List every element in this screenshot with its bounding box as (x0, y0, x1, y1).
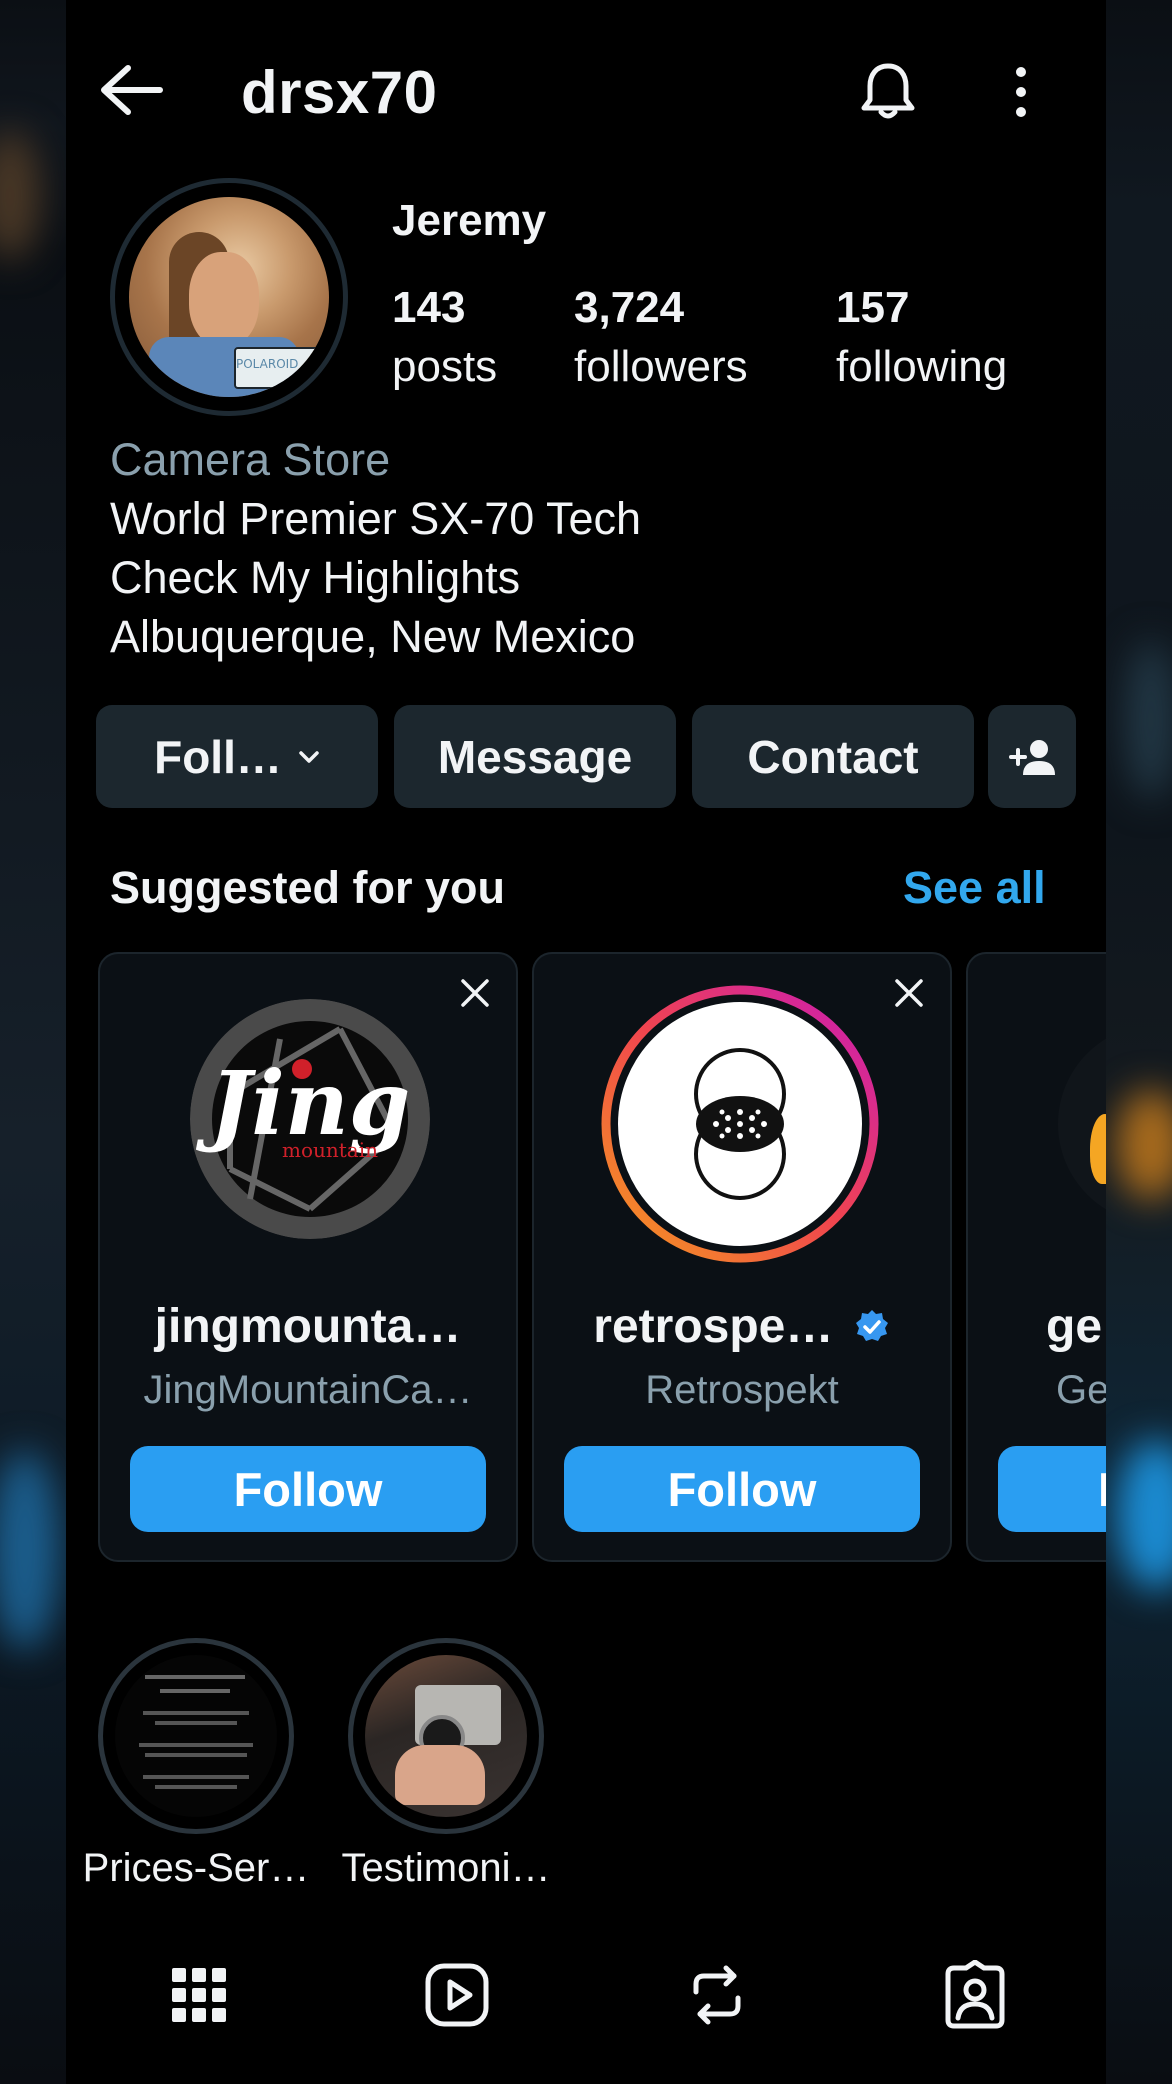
profile-screen: drsx70 POLAROID Jeremy 143 posts 3,724 f… (66, 0, 1106, 2084)
follow-button[interactable]: F (998, 1446, 1106, 1532)
profile-bio: Camera Store World Premier SX-70 Tech Ch… (110, 430, 641, 666)
suggested-username[interactable]: retrospe… (534, 1299, 950, 1354)
bio-line: Albuquerque, New Mexico (110, 611, 636, 662)
follow-button[interactable]: Follow (130, 1446, 486, 1532)
suggested-fullname: Retrospekt (645, 1368, 839, 1412)
suggest-people-button[interactable] (988, 705, 1076, 808)
chevron-down-icon (299, 750, 319, 763)
message-button-label: Message (437, 730, 633, 783)
suggested-card[interactable]: Jing mountain jingmounta… JingMountainCa… (98, 952, 518, 1562)
stat-following-label: following (836, 342, 1008, 391)
see-all-link[interactable]: See all (903, 862, 1046, 914)
highlight-cover (115, 1655, 277, 1817)
follow-button[interactable]: Follow (564, 1446, 920, 1532)
stat-following-count: 157 (836, 283, 910, 332)
contact-button-label: Contact (747, 730, 919, 783)
top-bar: drsx70 (66, 40, 1106, 140)
reposts-icon[interactable] (682, 1960, 752, 2030)
suggested-card[interactable]: ge Ge F (966, 952, 1106, 1562)
more-options-icon[interactable] (1006, 62, 1036, 122)
bio-line: Check My Highlights (110, 552, 521, 603)
profile-username: drsx70 (241, 59, 438, 126)
stat-followers-count: 3,724 (574, 283, 685, 332)
suggested-fullname: Ge (1056, 1368, 1106, 1412)
profile-category[interactable]: Camera Store (110, 430, 641, 489)
highlight-label: Prices-Ser… (82, 1846, 310, 1890)
stat-followers[interactable]: 3,724 followers (574, 280, 748, 398)
verified-badge-icon (855, 1310, 888, 1341)
stat-posts[interactable]: 143 posts (392, 280, 497, 398)
stat-followers-label: followers (574, 342, 748, 391)
avatar-card-text: POLAROID (236, 357, 299, 371)
bio-line: World Premier SX-70 Tech (110, 493, 642, 544)
display-name: Jeremy (392, 196, 547, 245)
reels-icon[interactable] (422, 1960, 492, 2030)
add-person-icon (1009, 739, 1055, 775)
suggested-username[interactable]: ge (1046, 1299, 1102, 1354)
blurred-background-right (1106, 0, 1172, 2084)
suggested-card[interactable]: retrospe… Retrospekt Follow (532, 952, 952, 1562)
suggested-fullname: JingMountainCa… (143, 1368, 473, 1412)
highlight[interactable]: Prices-Ser… (83, 1638, 309, 1890)
contact-button[interactable]: Contact (692, 705, 974, 808)
jing-logo-subtext: mountain (282, 1138, 378, 1162)
stat-posts-count: 143 (392, 283, 466, 332)
close-icon[interactable] (458, 976, 492, 1010)
bell-icon[interactable] (856, 58, 920, 122)
close-icon[interactable] (892, 976, 926, 1010)
suggested-username[interactable]: jingmounta… (100, 1299, 516, 1354)
highlight[interactable]: Testimoni… (342, 1638, 550, 1890)
jingmountain-avatar: Jing mountain (190, 999, 430, 1239)
suggested-username-text: retrospe… (593, 1300, 834, 1353)
grid-icon[interactable] (164, 1960, 234, 2030)
profile-tabs (66, 1960, 1106, 2050)
suggested-title: Suggested for you (110, 862, 506, 913)
stat-posts-label: posts (392, 342, 498, 391)
following-button-label: Foll… (154, 730, 282, 783)
blurred-background-left (0, 0, 66, 2084)
tagged-icon[interactable] (940, 1960, 1010, 2030)
retrospekt-avatar (601, 985, 879, 1263)
following-button[interactable]: Foll… (96, 705, 378, 808)
message-button[interactable]: Message (394, 705, 676, 808)
highlight-label: Testimoni… (341, 1846, 551, 1890)
suggested-avatar (1058, 1024, 1106, 1224)
back-arrow-icon[interactable] (96, 62, 166, 118)
profile-avatar[interactable]: POLAROID (110, 178, 348, 416)
avatar-image: POLAROID (129, 197, 329, 397)
stat-following[interactable]: 157 following (836, 280, 1007, 398)
highlight-cover (365, 1655, 527, 1817)
